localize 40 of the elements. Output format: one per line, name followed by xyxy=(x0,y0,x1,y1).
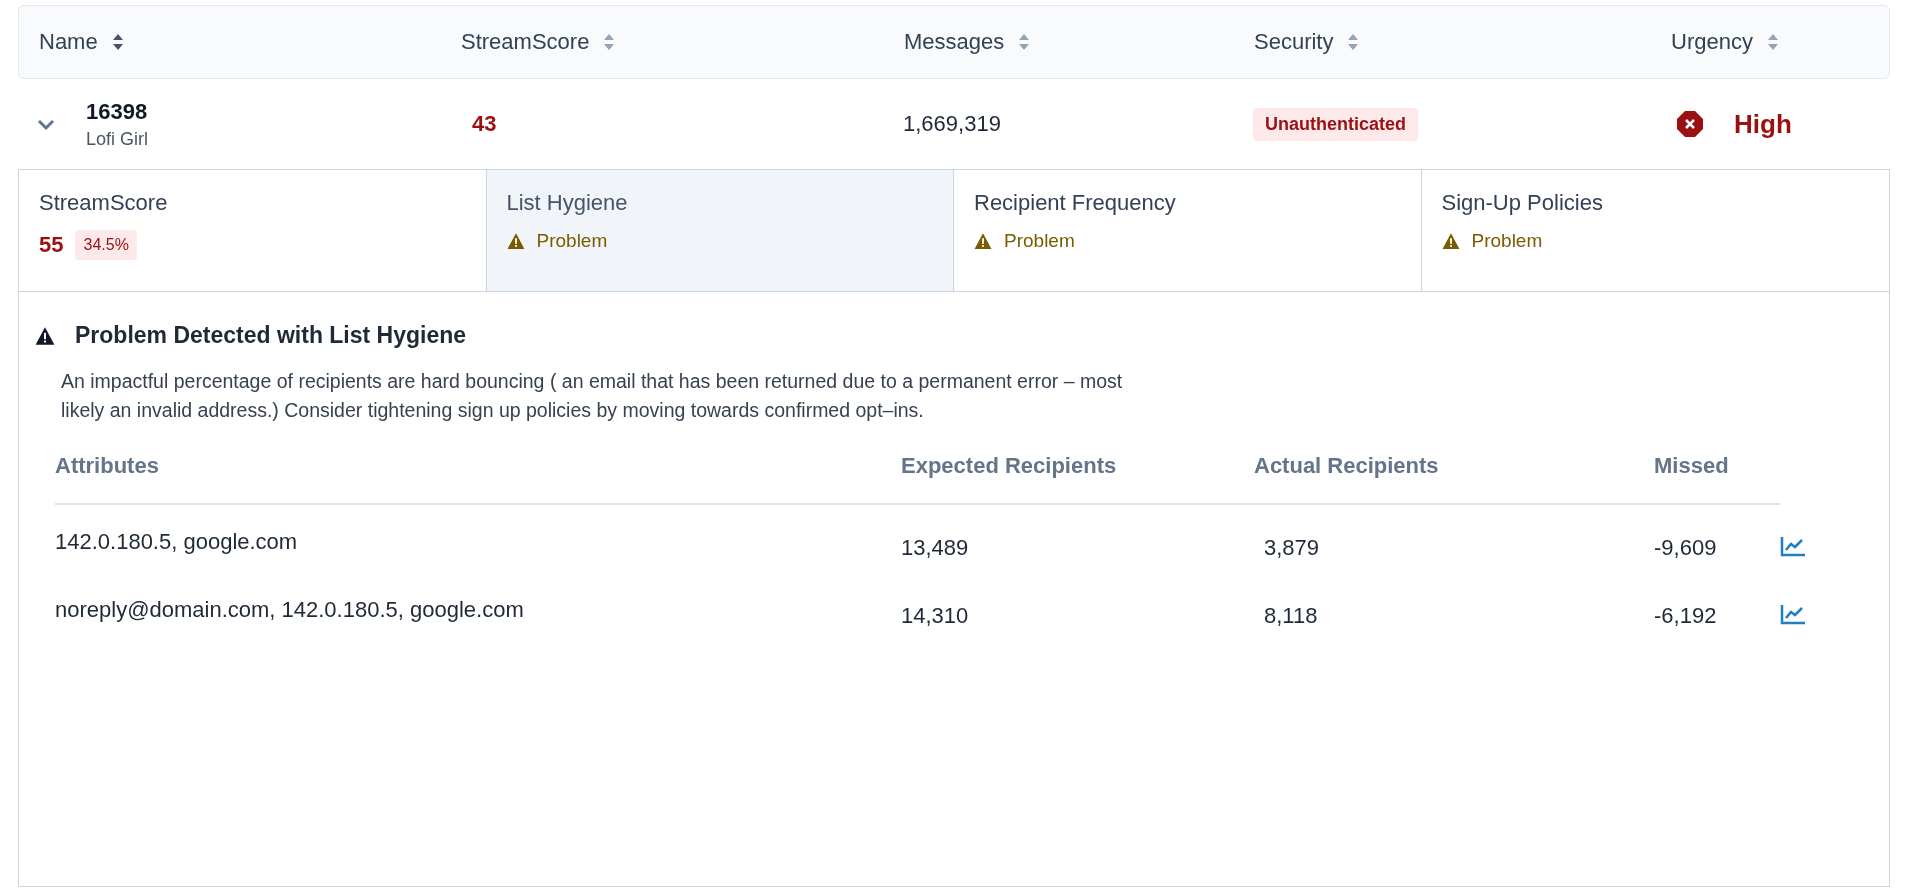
column-header: Attributes xyxy=(55,453,159,478)
missed-cell: -6,192 xyxy=(1654,603,1717,628)
missed-cell: -9,609 xyxy=(1654,535,1717,560)
problem-title: Problem Detected with List Hygiene xyxy=(75,322,467,349)
problem-description: An impactful percentage of recipients are hard bouncing ( an email that has been returned due to a permanent error – most likely an invalid address.) Consider tightening sign up policies by moving towards confirmed opt–ins. xyxy=(61,369,1124,423)
column-header[interactable]: Messages xyxy=(904,29,1005,55)
record-id: 16398 xyxy=(86,98,148,125)
column-header[interactable]: Security xyxy=(1254,29,1334,55)
warning-icon xyxy=(974,232,992,250)
column-header[interactable]: Name xyxy=(39,29,98,55)
warning-icon xyxy=(506,232,525,250)
chevron-icon[interactable] xyxy=(36,117,56,131)
column-header: Missed xyxy=(1654,453,1729,478)
expected-cell: 13,489 xyxy=(901,535,969,560)
status-label: Problem xyxy=(1471,230,1543,252)
column-header[interactable]: StreamScore xyxy=(461,29,590,55)
detail-tab[interactable]: List Hygiene Problem xyxy=(486,170,954,291)
attributes-cell: noreply@domain.com, 142.0.180.5, google.com xyxy=(55,597,524,622)
line-chart-icon[interactable] xyxy=(1780,535,1806,557)
error-icon xyxy=(1676,110,1704,138)
column-header: Actual Recipients xyxy=(1254,453,1439,478)
messages-count: 1,669,319 xyxy=(902,111,1002,137)
urgency-level: High xyxy=(1734,108,1792,140)
stream-score: 43 xyxy=(471,111,498,137)
warning-icon xyxy=(1441,232,1460,250)
status-label: Problem xyxy=(536,230,608,252)
line-chart-icon[interactable] xyxy=(1780,603,1806,625)
record-name: Lofi Girl xyxy=(86,128,148,150)
column-header: Expected Recipients xyxy=(901,453,1117,478)
change-badge: 34.5% xyxy=(75,230,137,260)
score-value: 55 xyxy=(39,232,64,258)
security-badge: Unauthenticated xyxy=(1253,107,1418,141)
attributes-cell: 142.0.180.5, google.com xyxy=(55,529,298,554)
actual-cell: 8,118 xyxy=(1264,603,1318,628)
column-header[interactable]: Urgency xyxy=(1671,29,1753,55)
sort-icon[interactable] xyxy=(111,33,124,51)
actual-cell: 3,879 xyxy=(1264,535,1320,560)
expected-cell: 14,310 xyxy=(901,603,969,628)
status-label: Problem xyxy=(1004,230,1075,252)
warning-icon xyxy=(35,325,55,346)
